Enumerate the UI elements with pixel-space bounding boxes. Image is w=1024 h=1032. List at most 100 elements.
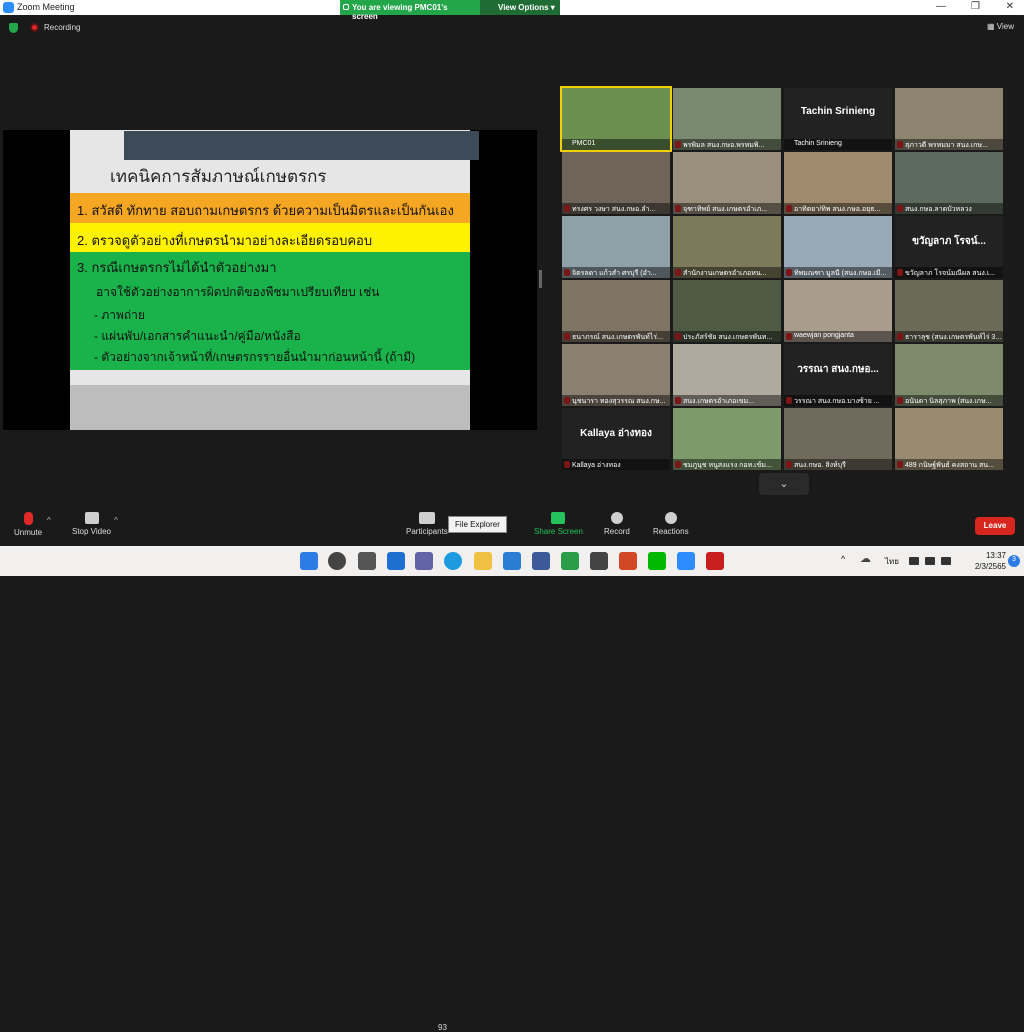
search-icon[interactable] <box>328 552 346 570</box>
participant-tile[interactable]: สุภาวดี พรหมมา สนง.เกษ... <box>895 88 1003 150</box>
mic-off-icon <box>23 512 33 525</box>
participant-tile[interactable]: วรรณา สนง.กษอ... วรรณา สนง.กษอ.บางซ้าย ..… <box>784 344 892 406</box>
participant-tile[interactable]: อนันดา นิลสุภาพ (สนง.เกษ... <box>895 344 1003 406</box>
participant-name: อาทิตยา/ทิพ สนง.กษอ.อยุธ... <box>784 203 892 214</box>
edge-icon[interactable] <box>444 552 462 570</box>
participant-name: ธนาภรณ์ สนง.เกษตรพันท์ไร่... <box>562 331 670 342</box>
participant-tile[interactable]: สนง.เกษตรอำเภอเขม... <box>673 344 781 406</box>
participant-tile[interactable]: สนง.กษอ. สิงห์บุรี <box>784 408 892 470</box>
powerpoint-icon[interactable] <box>619 552 637 570</box>
participant-name: ชมภูนุช หนูสงแรง กอท.เข้ม... <box>673 459 781 470</box>
participant-tile[interactable]: สนง.กษอ.ลาดบัวหลวง <box>895 152 1003 214</box>
participant-tile[interactable]: จิตรลดา แก้วสำ ศรบุรี (อำ... <box>562 216 670 278</box>
presentation-slide: เทคนิคการสัมภาษณ์เกษตรกร 1. สวัสดี ทักทา… <box>70 130 479 430</box>
zoom-icon[interactable] <box>677 552 695 570</box>
unmute-button[interactable]: Unmute <box>14 512 42 537</box>
security-shield-icon[interactable] <box>9 23 18 33</box>
clock-date: 2/3/2565 <box>974 562 1006 571</box>
wifi-icon[interactable] <box>909 557 919 565</box>
participant-tile[interactable]: จุฑาทิพย์ สนง.เกษตรอำเภ... <box>673 152 781 214</box>
video-camera-icon <box>84 512 99 524</box>
gallery-down-button[interactable]: ⌄ <box>759 473 809 495</box>
participant-name: 489 กนิษฐ์พันธ์ คงสถาน สน... <box>895 459 1003 470</box>
participant-name: Kallaya อ่างทอง <box>562 459 670 470</box>
mail-icon[interactable] <box>503 552 521 570</box>
participant-name: สำนักงานเกษตรอำเภอหน... <box>673 267 781 278</box>
participant-tile[interactable]: Tachin Srinieng Tachin Srinieng <box>784 88 892 150</box>
participant-name: ประภัสร์ชัย สนง.เกษตรพันท... <box>673 331 781 342</box>
slide-bullet: - แผ่นพับ/เอกสารคำแนะนำ/คู่มือ/หนังสือ <box>94 329 301 343</box>
splitter-handle[interactable] <box>539 270 542 288</box>
participant-tile[interactable]: PMC01 <box>560 86 672 152</box>
participants-icon <box>418 512 435 524</box>
participant-tile[interactable]: ทรงศร วงษา สนง.กษอ.ลำ... <box>562 152 670 214</box>
share-banner: You are viewing PMC01's screen View Opti… <box>340 0 560 21</box>
close-icon[interactable]: ✕ <box>1006 1 1014 12</box>
widgets-icon[interactable] <box>387 552 405 570</box>
participant-tile[interactable]: ธาราลุช (สนง.เกษตรพันท์ไร่ 3... <box>895 280 1003 342</box>
cloud-icon[interactable]: ☁ <box>860 552 871 565</box>
participant-name: พรพิมล สนง.กษอ.พรหมพิ... <box>673 139 781 150</box>
windows-start-icon[interactable] <box>300 552 318 570</box>
slide-item-3: 3. กรณีเกษตรกรไม่ได้นำตัวอย่างมา <box>77 260 277 275</box>
participant-tile[interactable]: ทิพมณฑา มูลนี (สนง.กษอ.เมื... <box>784 216 892 278</box>
app-icon[interactable] <box>532 552 550 570</box>
participants-button[interactable]: Participants <box>406 512 448 536</box>
view-button[interactable]: ▦ View <box>987 22 1014 31</box>
share-screen-button[interactable]: Share Screen <box>534 512 583 536</box>
task-view-icon[interactable] <box>358 552 376 570</box>
reactions-button[interactable]: Reactions <box>653 512 689 536</box>
system-clock[interactable]: 13:37 2/3/2565 <box>975 550 1006 572</box>
record-button[interactable]: Record <box>604 512 630 536</box>
participant-name: จุฑาทิพย์ สนง.เกษตรอำเภ... <box>673 203 781 214</box>
window-title: Zoom Meeting <box>17 2 75 12</box>
participant-name: อนันดา นิลสุภาพ (สนง.เกษ... <box>895 395 1003 406</box>
participant-tile[interactable]: Kallaya อ่างทอง Kallaya อ่างทอง <box>562 408 670 470</box>
participant-tile[interactable]: waewjan pongjanta <box>784 280 892 342</box>
line-icon[interactable] <box>648 552 666 570</box>
viewing-label: You are viewing PMC01's screen <box>340 0 480 21</box>
slide-item-2: 2. ตรวจดูตัวอย่างที่เกษตรนำมาอย่างละเอีย… <box>70 223 470 252</box>
participant-name: สุภาวดี พรหมมา สนง.เกษ... <box>895 139 1003 150</box>
minimize-icon[interactable]: — <box>936 1 946 12</box>
battery-icon[interactable] <box>941 557 951 565</box>
participant-tile[interactable]: นุชนารา ทองสุวรรณ สนง.กษ... <box>562 344 670 406</box>
file-explorer-tooltip: File Explorer <box>448 516 507 533</box>
xbox-icon[interactable] <box>561 552 579 570</box>
notepad-icon[interactable] <box>590 552 608 570</box>
chevron-up-icon[interactable]: ^ <box>841 554 845 564</box>
participant-tile[interactable]: ชมภูนุช หนูสงแรง กอท.เข้ม... <box>673 408 781 470</box>
participant-tile[interactable]: พรพิมล สนง.กษอ.พรหมพิ... <box>673 88 781 150</box>
participant-tile[interactable]: ขวัญลาภ โรจน์... ขวัญลาภ โรจน์มณีผล สนง.เ… <box>895 216 1003 278</box>
participant-name: สนง.กษอ. สิงห์บุรี <box>784 459 892 470</box>
windows-taskbar: ^ ☁ ไทย 13:37 2/3/2565 3 <box>0 546 1024 576</box>
slide-heading: เทคนิคการสัมภาษณ์เกษตรกร <box>110 167 327 186</box>
chevron-up-icon[interactable]: ^ <box>47 516 51 525</box>
slide-item-3-block: 3. กรณีเกษตรกรไม่ได้นำตัวอย่างมา อาจใช้ต… <box>70 252 470 370</box>
leave-button[interactable]: Leave <box>975 517 1015 535</box>
teams-chat-icon[interactable] <box>415 552 433 570</box>
input-language[interactable]: ไทย <box>885 555 899 568</box>
participant-name: Tachin Srinieng <box>784 139 892 150</box>
file-explorer-icon[interactable] <box>474 552 492 570</box>
participant-display-name: วรรณา สนง.กษอ... <box>797 364 879 375</box>
zoom-logo-icon <box>3 2 14 13</box>
participant-tile[interactable]: อาทิตยา/ทิพ สนง.กษอ.อยุธ... <box>784 152 892 214</box>
participant-tile[interactable]: 489 กนิษฐ์พันธ์ คงสถาน สน... <box>895 408 1003 470</box>
view-options-button[interactable]: View Options ▾ <box>480 0 560 15</box>
participant-tile[interactable]: ประภัสร์ชัย สนง.เกษตรพันท... <box>673 280 781 342</box>
stop-video-button[interactable]: Stop Video <box>72 512 111 536</box>
recording-label: Recording <box>44 23 81 32</box>
clock-time: 13:37 <box>985 551 1006 560</box>
speaker-icon[interactable] <box>925 557 935 565</box>
shared-screen: เทคนิคการสัมภาษณ์เกษตรกร 1. สวัสดี ทักทา… <box>3 130 537 430</box>
chevron-up-icon[interactable]: ^ <box>114 516 118 525</box>
smiley-plus-icon <box>664 512 677 524</box>
maximize-icon[interactable]: ❐ <box>971 1 980 12</box>
slide-footer <box>70 385 470 430</box>
participant-name: PMC01 <box>562 139 670 150</box>
notification-badge[interactable]: 3 <box>1008 555 1020 567</box>
acrobat-icon[interactable] <box>706 552 724 570</box>
participant-tile[interactable]: ธนาภรณ์ สนง.เกษตรพันท์ไร่... <box>562 280 670 342</box>
participant-tile[interactable]: สำนักงานเกษตรอำเภอหน... <box>673 216 781 278</box>
